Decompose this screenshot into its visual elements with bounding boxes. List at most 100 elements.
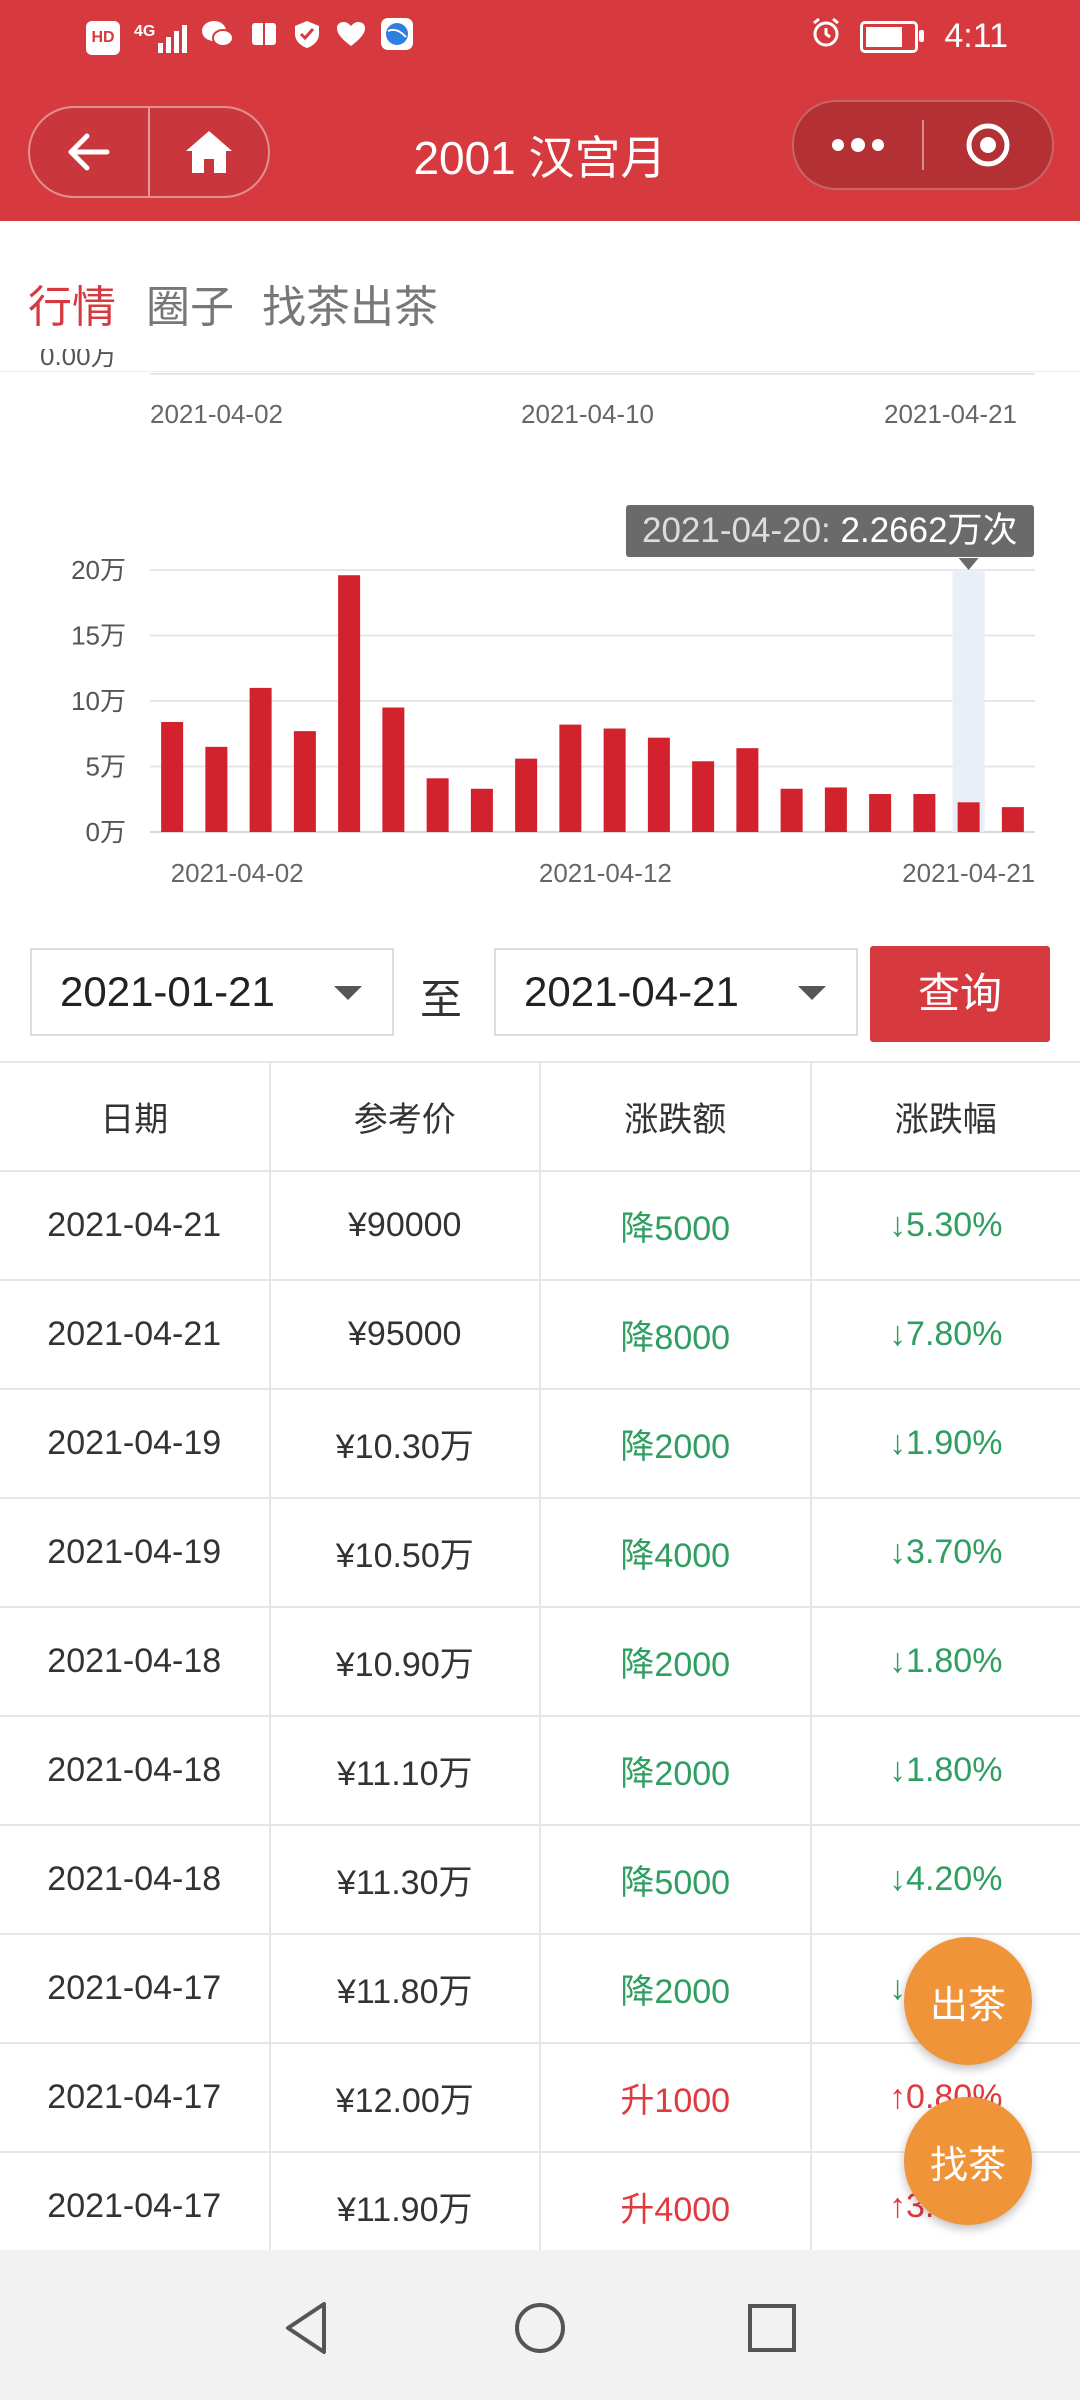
row-pct: ↓4.20% [889,1860,1003,1898]
row-price: ¥10.30万 [271,1390,541,1497]
bar[interactable] [913,794,936,832]
bar[interactable] [957,802,980,832]
table-header-row: 日期 参考价 涨跌额 涨跌幅 [0,1061,1080,1172]
row-pct: ↓5.30% [889,1206,1003,1244]
tooltip-pointer [958,558,979,570]
nav-home-button[interactable] [512,2300,568,2361]
bar[interactable] [1001,807,1024,832]
tab-market[interactable]: 行情 [28,271,116,335]
sell-tea-button[interactable]: 出茶 [904,1937,1032,2065]
network-label: 4G [134,22,156,40]
x-tick-label: 2021-04-02 [171,858,304,888]
system-nav-bar [0,2250,1080,2400]
target-icon [966,123,1010,167]
query-button[interactable]: 查询 [870,946,1050,1042]
find-tea-button[interactable]: 找茶 [904,2097,1032,2225]
tooltip-date: 2021-04-20: [642,511,831,550]
top-chart-xtick: 2021-04-02 [150,399,283,429]
chart-tooltip: 2021-04-20: 2.2662万次 [626,505,1034,557]
bar[interactable] [426,778,449,832]
row-pct: ↓1.80% [889,1642,1003,1680]
bar[interactable] [736,748,759,832]
bar[interactable] [515,758,538,832]
row-price: ¥11.80万 [271,1935,541,2042]
row-date: 2021-04-17 [0,1935,271,2042]
header-pct: 涨跌幅 [894,1101,997,1139]
top-chart-partial: 0.00万 2021-04-02 2021-04-10 2021-04-21 [0,349,1080,441]
heart-icon [335,20,367,55]
row-change: 降5000 [541,1172,812,1279]
row-price: ¥11.30万 [271,1826,541,1933]
mini-program-capsule [792,100,1054,190]
row-change: 降2000 [541,1390,812,1497]
more-dots-icon [832,138,884,152]
row-price: ¥95000 [271,1281,541,1388]
start-date-select[interactable]: 2021-01-21 [30,948,394,1036]
y-tick-label: 15万 [71,621,126,651]
row-date: 2021-04-17 [0,2153,271,2260]
tooltip-value: 2.2662万次 [840,511,1018,550]
price-history-table: 日期 参考价 涨跌额 涨跌幅 2021-04-21 ¥90000 降5000 ↓5.3… [0,1061,1080,2262]
row-date: 2021-04-19 [0,1390,271,1497]
table-row: 2021-04-18 ¥10.90万 降2000 ↓1.80% [0,1608,1080,1717]
row-change: 降4000 [541,1499,812,1606]
bar[interactable] [293,731,316,832]
table-row: 2021-04-18 ¥11.30万 降5000 ↓4.20% [0,1826,1080,1935]
table-row: 2021-04-21 ¥95000 降8000 ↓7.80% [0,1281,1080,1390]
tab-circle[interactable]: 圈子 [146,271,234,335]
bar[interactable] [161,721,184,832]
shield-icon [293,19,321,56]
nav-home-icon [515,2303,565,2353]
hd-icon: HD [86,20,120,55]
signal-icon: 4G [134,22,188,53]
bar[interactable] [824,787,847,832]
x-tick-label: 2021-04-21 [902,858,1035,888]
y-tick-label: 5万 [86,752,126,782]
bar[interactable] [869,794,892,832]
battery-icon [860,20,925,53]
nav-recents-button[interactable] [744,2300,800,2361]
x-tick-label: 2021-04-12 [539,858,672,888]
row-price: ¥11.10万 [271,1717,541,1824]
row-change: 降8000 [541,1281,812,1388]
status-time: 4:11 [944,17,1008,55]
end-date-select[interactable]: 2021-04-21 [494,948,858,1036]
nav-back-icon [286,2302,326,2354]
row-change: 降5000 [541,1826,812,1933]
table-row: 2021-04-19 ¥10.50万 降4000 ↓3.70% [0,1499,1080,1608]
bar[interactable] [249,687,272,832]
to-label: 至 [420,976,463,1023]
bar[interactable] [382,707,405,832]
row-date: 2021-04-21 [0,1172,271,1279]
book-icon [249,19,279,56]
bar[interactable] [559,724,582,832]
row-change: 升1000 [541,2044,812,2151]
bar[interactable] [338,575,361,832]
more-button[interactable] [794,138,922,152]
bar[interactable] [692,761,715,832]
top-chart-baseline [150,373,1035,375]
tab-bar: 行情 圈子 找茶出茶 [0,221,1080,372]
row-date: 2021-04-19 [0,1499,271,1606]
bar[interactable] [647,737,670,832]
browser-icon [381,18,414,57]
y-tick-label: 0万 [86,817,126,847]
nav-back-button[interactable] [280,2300,336,2361]
bar[interactable] [780,788,803,832]
table-row: 2021-04-19 ¥10.30万 降2000 ↓1.90% [0,1390,1080,1499]
tab-find-sell-tea[interactable]: 找茶出茶 [262,271,438,335]
end-date-value: 2021-04-21 [524,968,739,1015]
bar[interactable] [205,746,228,832]
header-change: 涨跌额 [541,1063,812,1170]
close-miniprogram-button[interactable] [924,121,1052,169]
row-pct: ↓1.80% [889,1751,1003,1789]
y-tick-label: 20万 [71,555,126,585]
row-price: ¥10.90万 [271,1608,541,1715]
row-pct: ↓3.70% [889,1533,1003,1571]
nav-recents-icon [748,2304,796,2352]
bar[interactable] [603,728,626,832]
bar[interactable] [470,788,493,832]
app-header: 2001 汉宫月 [0,80,1080,221]
row-date: 2021-04-18 [0,1826,271,1933]
row-date: 2021-04-18 [0,1717,271,1824]
